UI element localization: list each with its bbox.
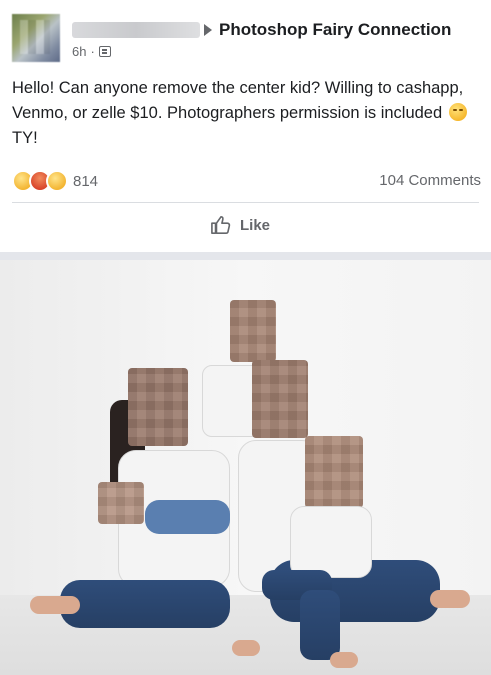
- foot: [30, 596, 80, 614]
- post-time[interactable]: 6h: [72, 44, 86, 59]
- divider-top: [12, 202, 479, 203]
- post-message: Hello! Can anyone remove the center kid?…: [12, 76, 482, 151]
- family-photo[interactable]: [0, 260, 491, 675]
- group-name-link[interactable]: Photoshop Fairy Connection: [219, 20, 451, 40]
- blurred-author-name[interactable]: [72, 22, 200, 38]
- pixelated-face: [305, 436, 363, 508]
- pixelated-face: [128, 368, 188, 446]
- group-privacy-icon: [98, 46, 111, 57]
- facebook-post: Photoshop Fairy Connection 6h · Hello! C…: [0, 0, 491, 675]
- like-button[interactable]: Like: [210, 215, 270, 235]
- comments-count-link[interactable]: 104 Comments: [379, 172, 481, 189]
- pixelated-face: [98, 482, 144, 524]
- jeans: [60, 580, 230, 628]
- message-text: Hello! Can anyone remove the center kid?…: [12, 79, 464, 122]
- foot: [430, 590, 470, 608]
- smiling-face-emoji-icon: [448, 103, 467, 121]
- triangle-arrow-icon: [204, 24, 212, 36]
- post-meta: 6h ·: [72, 44, 111, 59]
- wow-reaction-icon: [46, 170, 68, 192]
- jeans-leg: [300, 590, 340, 660]
- white-shirt: [290, 506, 372, 578]
- blurred-avatar[interactable]: [12, 14, 60, 62]
- meta-separator: ·: [90, 44, 95, 59]
- message-tail: TY!: [12, 129, 38, 147]
- section-separator: [0, 252, 491, 260]
- foot: [330, 652, 358, 668]
- pixelated-face: [252, 360, 308, 438]
- thumbs-up-icon: [211, 216, 231, 234]
- foot: [232, 640, 260, 656]
- reaction-count: 814: [73, 172, 99, 190]
- like-label: Like: [240, 216, 271, 234]
- pixelated-face: [230, 300, 276, 362]
- reactions-summary[interactable]: 814: [12, 170, 98, 192]
- post-header: Photoshop Fairy Connection 6h ·: [0, 0, 491, 62]
- baby-outfit: [145, 500, 230, 534]
